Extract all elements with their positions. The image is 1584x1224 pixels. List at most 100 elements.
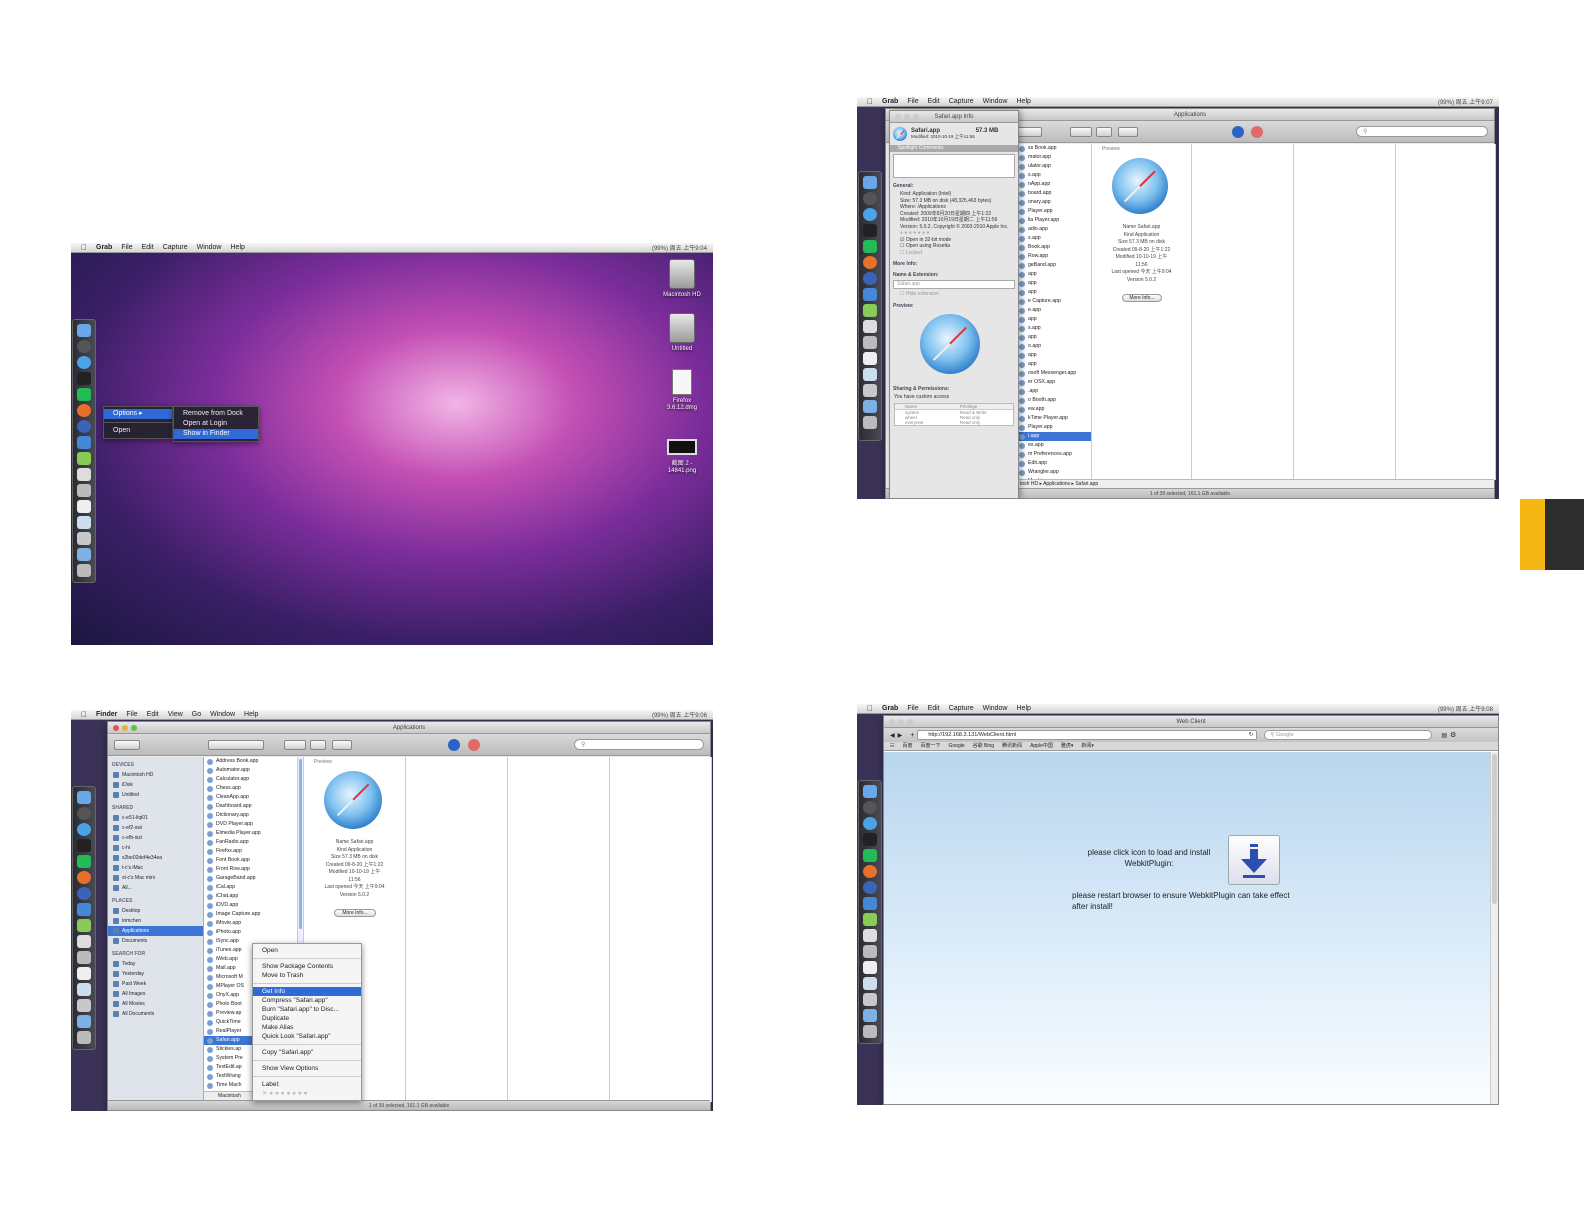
utility-icon[interactable] bbox=[77, 951, 91, 964]
menu-help[interactable]: Help bbox=[244, 711, 258, 718]
menu-edit[interactable]: Edit bbox=[928, 705, 940, 712]
sidebar-item-shared[interactable]: c-ef2-xwi bbox=[108, 823, 203, 833]
sidebar-item-documents[interactable]: Documents bbox=[108, 936, 203, 946]
list-item[interactable]: CleanApp.app bbox=[204, 793, 297, 802]
zoom-icon[interactable] bbox=[913, 114, 919, 120]
list-item[interactable]: iPhoto.app bbox=[204, 928, 297, 937]
context-menu-item[interactable]: Duplicate bbox=[253, 1014, 361, 1023]
terminal-icon[interactable] bbox=[77, 372, 91, 385]
list-item[interactable]: e.app bbox=[1016, 306, 1091, 315]
list-item[interactable]: Book.app bbox=[1016, 243, 1091, 252]
photo-icon[interactable] bbox=[77, 983, 91, 996]
context-menu-item[interactable]: Quick Look "Safari.app" bbox=[253, 1032, 361, 1041]
stack-icon[interactable] bbox=[77, 999, 91, 1012]
menu-capture[interactable]: Capture bbox=[949, 705, 974, 712]
more-info-button[interactable]: More Info... bbox=[334, 909, 376, 917]
list-item[interactable]: Automator.app bbox=[204, 766, 297, 775]
menu-edit[interactable]: Edit bbox=[147, 711, 159, 718]
sidebar-item-shared[interactable]: s2be02def4e34ea bbox=[108, 853, 203, 863]
list-item[interactable]: ss Book.app bbox=[1016, 144, 1091, 153]
folder-icon[interactable] bbox=[863, 1009, 877, 1022]
list-item[interactable]: onary.app bbox=[1016, 198, 1091, 207]
list-item[interactable]: app bbox=[1016, 360, 1091, 369]
label-colors[interactable]: ✕ ● ● ● ● ● ● ● bbox=[253, 1089, 361, 1098]
context-menu-item[interactable]: Show View Options bbox=[253, 1064, 361, 1073]
list-item[interactable]: Image Capture.app bbox=[204, 910, 297, 919]
menu-file[interactable]: File bbox=[907, 98, 918, 105]
menu-edit[interactable]: Edit bbox=[928, 98, 940, 105]
list-item[interactable]: m Preferences.app bbox=[1016, 450, 1091, 459]
folder-icon[interactable] bbox=[77, 548, 91, 561]
menu-window[interactable]: Window bbox=[197, 244, 222, 251]
terminal-icon[interactable] bbox=[77, 839, 91, 852]
sidebar-item-shared[interactable]: c-hi bbox=[108, 843, 203, 853]
list-item[interactable]: i.app bbox=[1016, 432, 1091, 441]
sidebar-item-search[interactable]: All Documents bbox=[108, 1009, 203, 1019]
context-menu-item[interactable]: Copy "Safari.app" bbox=[253, 1048, 361, 1057]
activity-icon[interactable] bbox=[77, 388, 91, 401]
list-item[interactable]: Front Row.app bbox=[204, 865, 297, 874]
terminal-icon[interactable] bbox=[863, 833, 877, 846]
dashboard-icon[interactable] bbox=[863, 801, 877, 814]
bookmark-item[interactable]: Google bbox=[949, 742, 965, 750]
table-row[interactable]: everyone Read only bbox=[895, 420, 1013, 425]
list-item[interactable]: Address Book.app bbox=[204, 757, 297, 766]
safari-icon[interactable] bbox=[77, 356, 91, 369]
list-item[interactable]: es.app bbox=[1016, 441, 1091, 450]
web-search-field[interactable]: ⚲ Google bbox=[1264, 730, 1433, 740]
network-icon[interactable] bbox=[863, 881, 877, 894]
list-item[interactable]: e Capture.app bbox=[1016, 297, 1091, 306]
context-menu-item[interactable]: Compress "Safari.app" bbox=[253, 996, 361, 1005]
zoom-icon[interactable] bbox=[131, 725, 137, 731]
desktop-icon-untitled[interactable]: Untitled bbox=[657, 313, 707, 353]
trash-icon[interactable] bbox=[77, 1031, 91, 1044]
quick-look-button[interactable] bbox=[310, 740, 326, 750]
bookmark-item[interactable]: 百度一下 bbox=[921, 742, 941, 750]
preview-icon[interactable] bbox=[77, 967, 91, 980]
list-item[interactable]: mator.app bbox=[1016, 153, 1091, 162]
list-item[interactable]: lia Player.app bbox=[1016, 216, 1091, 225]
list-item[interactable]: app bbox=[1016, 315, 1091, 324]
context-menu-item[interactable]: Get Info bbox=[253, 987, 361, 996]
plugin-install-button[interactable] bbox=[1228, 835, 1280, 885]
app-icon[interactable] bbox=[863, 304, 877, 317]
menu-file[interactable]: File bbox=[126, 711, 137, 718]
sidebar-item-shared[interactable]: All... bbox=[108, 883, 203, 893]
apple-icon[interactable]:  bbox=[81, 710, 87, 719]
minimize-icon[interactable] bbox=[904, 114, 910, 120]
context-menu-item[interactable]: Burn "Safari.app" to Disc... bbox=[253, 1005, 361, 1014]
list-item[interactable]: board.app bbox=[1016, 189, 1091, 198]
sidebar-item-search[interactable]: All Movies bbox=[108, 999, 203, 1009]
list-item[interactable]: Elmedia Player.app bbox=[204, 829, 297, 838]
firefox-icon[interactable] bbox=[77, 871, 91, 884]
zoom-icon[interactable] bbox=[907, 719, 913, 725]
sharing-header[interactable]: Sharing & Permissions: bbox=[893, 386, 1015, 392]
context-menu-item[interactable]: Show Package Contents bbox=[253, 962, 361, 971]
gear-icon[interactable]: ⚙ bbox=[1450, 731, 1456, 739]
firefox-icon[interactable] bbox=[77, 404, 91, 417]
sidebar-item-device[interactable]: Macintosh HD bbox=[108, 770, 203, 780]
context-menu-item[interactable]: Open bbox=[253, 946, 361, 955]
forward-icon[interactable]: ▶ bbox=[898, 732, 903, 739]
desktop-icon-png[interactable]: 截图 2 - 14841.png bbox=[657, 439, 707, 475]
safari-icon[interactable] bbox=[863, 208, 877, 221]
scrollbar-thumb[interactable] bbox=[1492, 754, 1497, 904]
list-item[interactable]: iCal.app bbox=[204, 883, 297, 892]
preview-icon[interactable] bbox=[863, 352, 877, 365]
sidebar-item-device[interactable]: iDisk bbox=[108, 780, 203, 790]
menu-help[interactable]: Help bbox=[1017, 705, 1031, 712]
list-item[interactable]: app bbox=[1016, 351, 1091, 360]
add-bookmark-icon[interactable]: + bbox=[910, 732, 914, 739]
desktop-icon-firefox-dmg[interactable]: Firefox 3.6.12.dmg bbox=[657, 369, 707, 412]
menu-capture[interactable]: Capture bbox=[163, 244, 188, 251]
sidebar-item-desktop[interactable]: Desktop bbox=[108, 906, 203, 916]
xcode-icon[interactable] bbox=[77, 436, 91, 449]
stack-icon[interactable] bbox=[863, 384, 877, 397]
utility-icon[interactable] bbox=[863, 945, 877, 958]
list-item[interactable]: app bbox=[1016, 288, 1091, 297]
finder-icon[interactable] bbox=[77, 791, 91, 804]
sidebar-item-device[interactable]: Untitled bbox=[108, 790, 203, 800]
close-icon[interactable] bbox=[889, 719, 895, 725]
list-item[interactable]: app bbox=[1016, 270, 1091, 279]
network-icon[interactable] bbox=[77, 887, 91, 900]
